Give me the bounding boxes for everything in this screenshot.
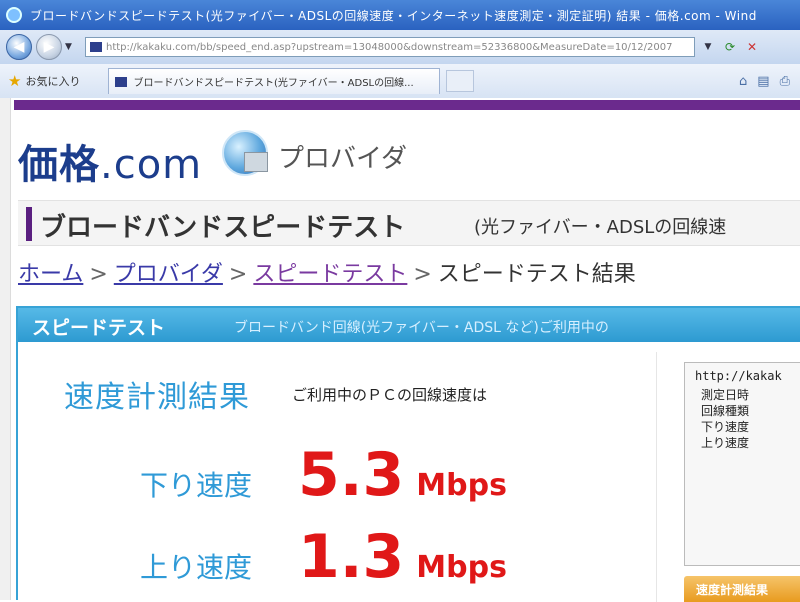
download-speed-row: 下り速度 5.3 Mbps — [140, 440, 507, 510]
download-value: 5.3 — [298, 440, 405, 510]
ie-icon — [6, 7, 22, 23]
upload-value: 1.3 — [298, 522, 405, 592]
forward-button[interactable]: ▶ — [36, 34, 62, 60]
upload-speed-row: 上り速度 1.3 Mbps — [140, 522, 507, 592]
breadcrumb-home[interactable]: ホーム — [18, 262, 83, 287]
info-row-date: 測定日時 — [701, 388, 750, 402]
tab-title: ブロードバンドスピードテスト(光ファイバー・ADSLの回線... — [133, 78, 414, 89]
result-tab-label: 速度計測結果 — [696, 583, 769, 597]
site-logo[interactable]: 価格.com — [18, 132, 202, 190]
window-titlebar: ブロードバンドスピードテスト(光ファイバー・ADSLの回線速度・インターネット速… — [0, 0, 800, 30]
stop-icon[interactable]: ✕ — [745, 40, 759, 54]
result-title: 速度計測結果 — [64, 380, 250, 415]
provider-globe-icon — [222, 130, 268, 176]
favorites-tab-bar: ★ お気に入り ブロードバンドスピードテスト(光ファイバー・ADSLの回線...… — [0, 64, 800, 99]
logo-com: .com — [100, 142, 203, 188]
breadcrumb-sep: > — [89, 262, 108, 287]
window-title: ブロードバンドスピードテスト(光ファイバー・ADSLの回線速度・インターネット速… — [30, 8, 757, 23]
info-url: http://kakak — [695, 369, 782, 383]
result-tab-button[interactable]: 速度計測結果 — [684, 576, 800, 602]
title-accent-bar — [26, 207, 32, 241]
breadcrumb-sep: > — [228, 262, 248, 287]
print-icon[interactable]: ⎙ — [780, 74, 790, 89]
breadcrumb-provider[interactable]: プロバイダ — [114, 262, 223, 287]
tab-favicon — [115, 76, 128, 87]
favorites-star-icon[interactable]: ★ — [8, 72, 21, 90]
page-left-margin — [0, 98, 11, 600]
section-title[interactable]: プロバイダ — [278, 138, 407, 175]
history-dropdown-icon[interactable]: ▼ — [65, 42, 75, 52]
header-stripe — [14, 100, 800, 110]
info-row-line-type: 回線種類 — [701, 404, 750, 418]
feeds-icon[interactable]: ▤ — [757, 74, 769, 89]
address-toolbar: ◀ ▶ ▼ http://kakaku.com/bb/speed_end.asp… — [0, 30, 800, 64]
download-label: 下り速度 — [140, 469, 253, 502]
info-row-download: 下り速度 — [701, 420, 750, 434]
breadcrumb-current: スピードテスト結果 — [437, 262, 636, 287]
panel-subtitle: ブロードバンド回線(光ファイバー・ADSL など)ご利用中の — [234, 320, 609, 336]
result-info-box: http://kakak 測定日時 回線種類 下り速度 上り速度 — [684, 362, 800, 566]
home-icon[interactable]: ⌂ — [739, 74, 747, 89]
upload-unit: Mbps — [416, 550, 507, 585]
panel-header: スピードテスト ブロードバンド回線(光ファイバー・ADSL など)ご利用中の — [18, 308, 800, 342]
address-url: http://kakaku.com/bb/speed_end.asp?upstr… — [106, 41, 673, 53]
upload-label: 上り速度 — [140, 551, 253, 584]
logo-main: 価格 — [18, 142, 100, 188]
info-row-upload: 上り速度 — [701, 436, 750, 450]
address-bar[interactable]: http://kakaku.com/bb/speed_end.asp?upstr… — [85, 37, 695, 57]
favorites-label[interactable]: お気に入り — [25, 73, 80, 89]
page-title-sub: (光ファイバー・ADSLの回線速 — [474, 217, 727, 238]
page-title: ブロードバンドスピードテスト — [40, 213, 406, 243]
address-dropdown-icon[interactable]: ▼ — [701, 40, 715, 54]
new-tab-button[interactable] — [446, 70, 475, 92]
breadcrumb-speedtest[interactable]: スピードテスト — [253, 262, 407, 287]
download-unit: Mbps — [416, 468, 507, 503]
panel-title: スピードテスト — [32, 317, 166, 339]
browser-tab[interactable]: ブロードバンドスピードテスト(光ファイバー・ADSLの回線... — [108, 68, 441, 94]
panel-divider — [656, 352, 657, 602]
breadcrumb-sep: > — [413, 262, 432, 287]
page-title-bar: ブロードバンドスピードテスト (光ファイバー・ADSLの回線速 — [18, 200, 800, 246]
breadcrumb: ホーム > プロバイダ > スピードテスト > スピードテスト結果 — [18, 256, 636, 288]
back-button[interactable]: ◀ — [6, 34, 32, 60]
result-note: ご利用中のＰＣの回線速度は — [292, 386, 488, 404]
site-favicon — [90, 42, 102, 52]
refresh-icon[interactable]: ⟳ — [723, 40, 737, 54]
